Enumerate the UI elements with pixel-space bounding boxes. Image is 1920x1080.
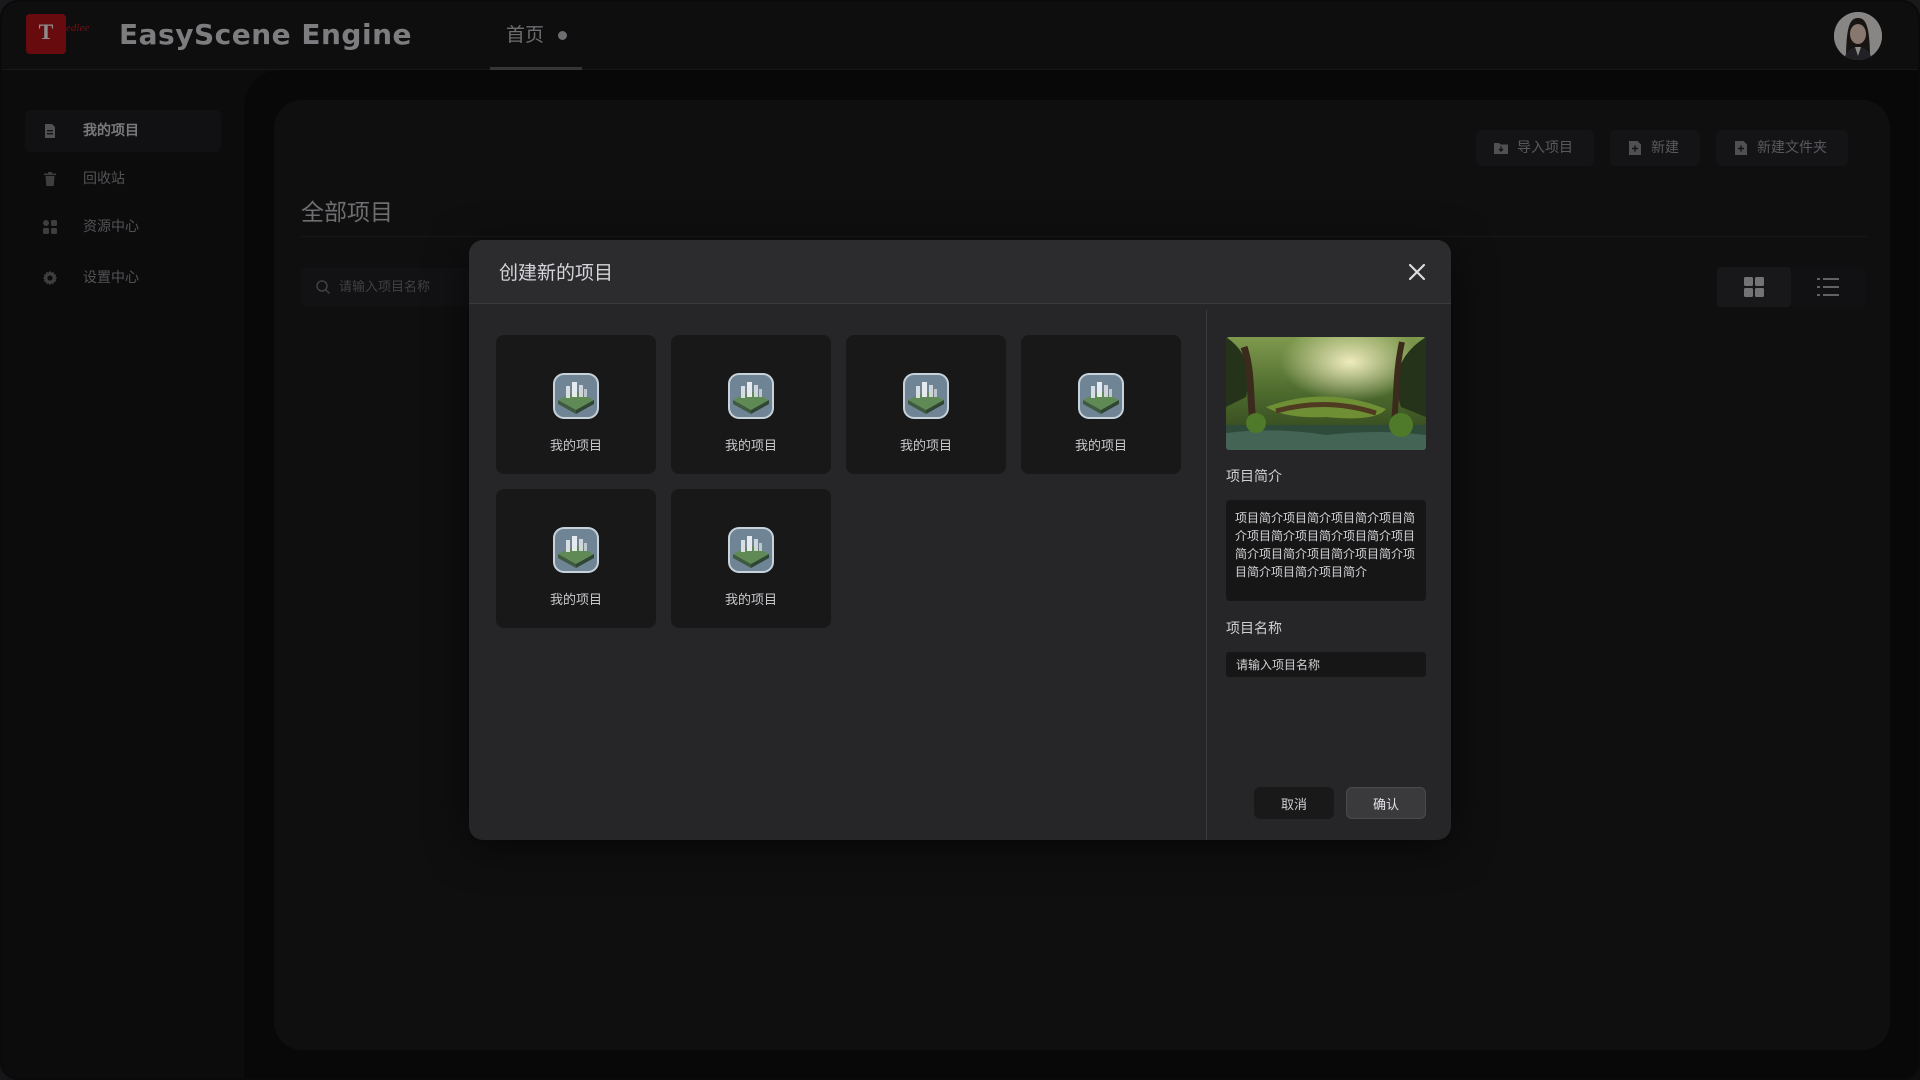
project-preview-image — [1226, 337, 1426, 450]
description-text: 项目简介项目简介项目简介项目简介项目简介项目简介项目简介项目简介项目简介项目简介… — [1226, 500, 1426, 601]
template-card-label: 我的项目 — [899, 439, 952, 454]
city-model-icon — [553, 373, 599, 419]
project-name-label: 项目名称 — [1226, 621, 1282, 637]
city-model-icon — [903, 373, 949, 419]
template-card-label: 我的项目 — [1074, 439, 1127, 454]
template-card-label: 我的项目 — [724, 439, 777, 454]
template-card[interactable]: 我的项目 — [1021, 335, 1181, 474]
template-card[interactable]: 我的项目 — [671, 489, 831, 628]
template-card[interactable]: 我的项目 — [671, 335, 831, 474]
city-model-icon — [1078, 373, 1124, 419]
project-name-input[interactable] — [1226, 652, 1426, 677]
close-icon[interactable] — [1407, 262, 1427, 282]
template-card-label: 我的项目 — [724, 593, 777, 608]
dialog-header: 创建新的项目 — [469, 240, 1451, 304]
template-card[interactable]: 我的项目 — [846, 335, 1006, 474]
dialog-divider — [1206, 310, 1207, 840]
confirm-button[interactable]: 确认 — [1346, 787, 1426, 819]
template-card-label: 我的项目 — [549, 593, 602, 608]
template-card[interactable]: 我的项目 — [496, 489, 656, 628]
city-model-icon — [728, 373, 774, 419]
cancel-button[interactable]: 取消 — [1254, 787, 1334, 819]
template-card[interactable]: 我的项目 — [496, 335, 656, 474]
dialog-title: 创建新的项目 — [499, 262, 614, 284]
description-label: 项目简介 — [1226, 469, 1282, 485]
template-card-label: 我的项目 — [549, 439, 602, 454]
city-model-icon — [553, 527, 599, 573]
city-model-icon — [728, 527, 774, 573]
create-project-dialog: 创建新的项目 我的项目 我的项目 我的项目 我的项目 我的项目 我的项目 项目简… — [469, 240, 1451, 840]
